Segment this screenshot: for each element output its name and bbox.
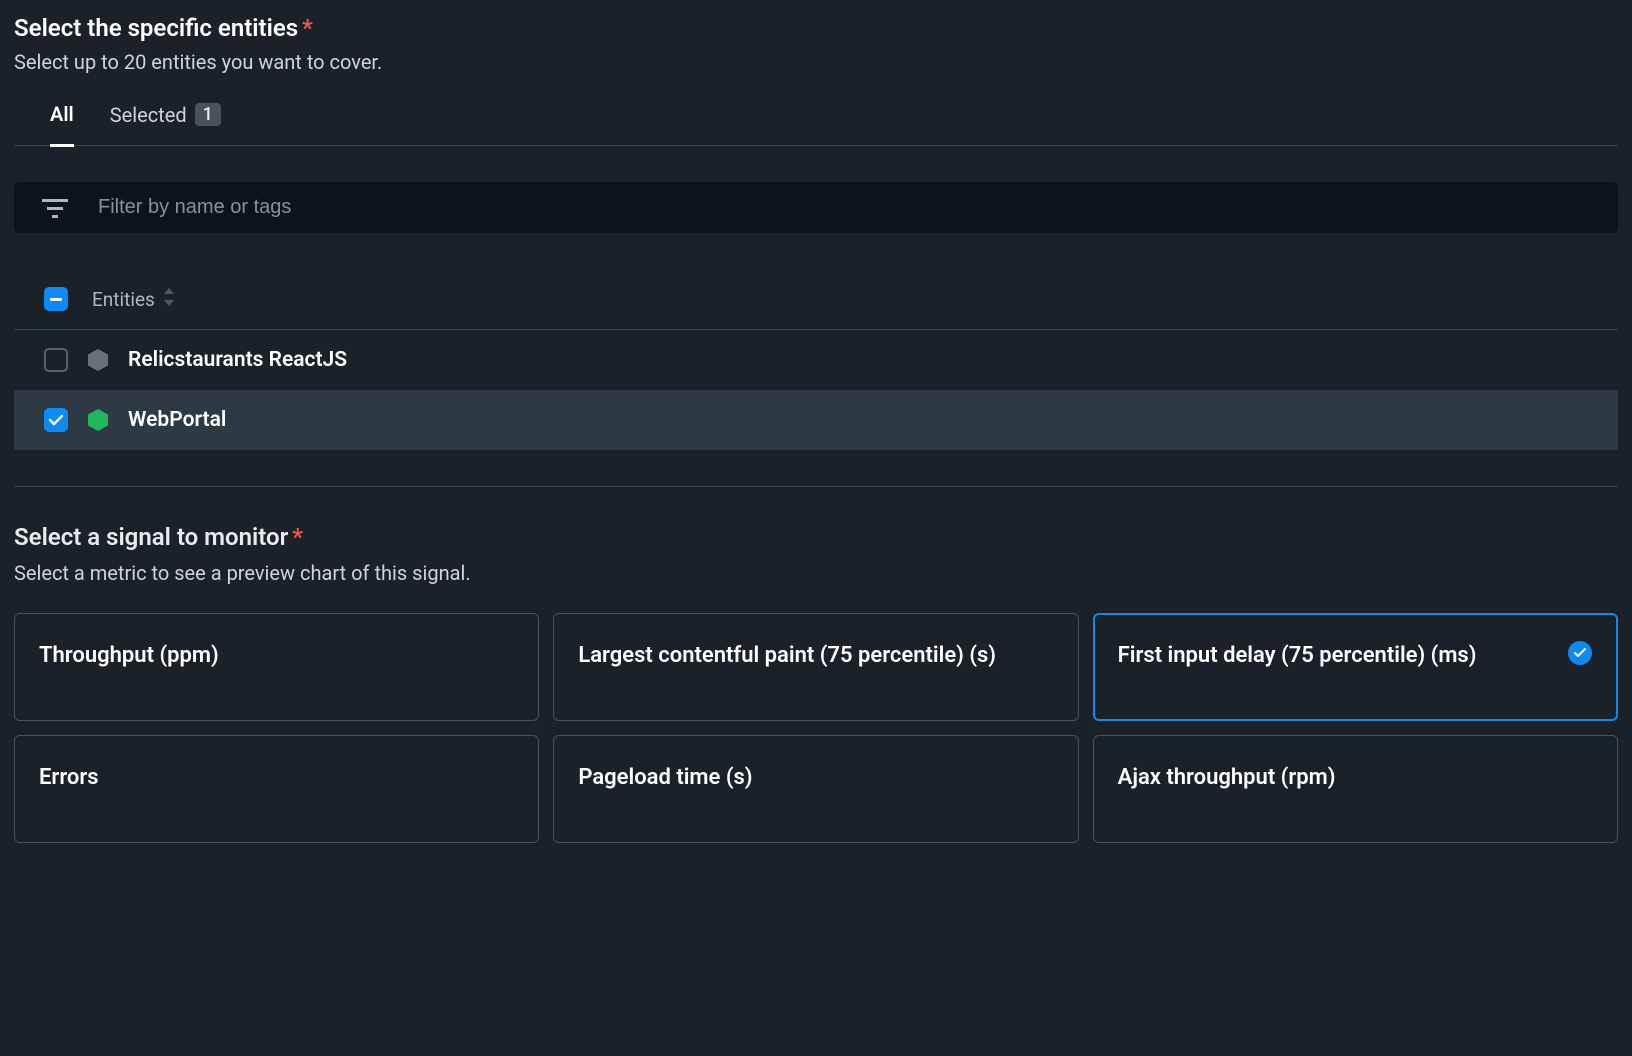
tab-all[interactable]: All <box>50 102 74 147</box>
filter-icon[interactable] <box>42 198 68 218</box>
filter-input[interactable] <box>98 196 1590 219</box>
signal-label: Pageload time (s) <box>578 762 792 794</box>
entities-title-text: Select the specific entities <box>14 14 298 42</box>
entity-checkbox[interactable] <box>44 348 68 372</box>
hexagon-icon <box>88 350 108 370</box>
hexagon-icon <box>88 410 108 430</box>
column-header-label: Entities <box>92 288 155 311</box>
table-header: Entities <box>14 269 1618 330</box>
signal-label: Throughput (ppm) <box>39 640 259 672</box>
signal-description: Select a metric to see a preview chart o… <box>14 561 1618 585</box>
signal-card-fid[interactable]: First input delay (75 percentile) (ms) <box>1093 613 1618 721</box>
tab-all-label: All <box>50 102 74 126</box>
signal-label: Errors <box>39 762 139 794</box>
select-all-checkbox[interactable] <box>44 287 68 311</box>
signal-title-text: Select a signal to monitor <box>14 523 288 551</box>
signal-label: First input delay (75 percentile) (ms) <box>1118 640 1517 672</box>
signal-label: Ajax throughput (rpm) <box>1118 762 1376 794</box>
filter-bar <box>14 182 1618 233</box>
signal-card-throughput[interactable]: Throughput (ppm) <box>14 613 539 721</box>
signal-grid: Throughput (ppm) Largest contentful pain… <box>14 613 1618 843</box>
signal-title: Select a signal to monitor* <box>14 523 1618 551</box>
signal-card-ajax[interactable]: Ajax throughput (rpm) <box>1093 735 1618 843</box>
check-circle-icon <box>1568 641 1592 665</box>
tab-selected-count-badge: 1 <box>195 103 221 126</box>
required-marker: * <box>292 523 303 551</box>
entity-row[interactable]: WebPortal <box>14 390 1618 450</box>
signal-label: Largest contentful paint (75 percentile)… <box>578 640 1036 672</box>
entity-checkbox[interactable] <box>44 408 68 432</box>
section-divider <box>14 486 1618 487</box>
signal-section: Select a signal to monitor* Select a met… <box>14 523 1618 843</box>
column-header-entities[interactable]: Entities <box>92 288 175 311</box>
tab-selected[interactable]: Selected 1 <box>110 102 221 145</box>
entity-name: WebPortal <box>128 408 226 432</box>
sort-icon <box>163 288 175 311</box>
tab-selected-label: Selected <box>110 103 187 127</box>
signal-card-lcp[interactable]: Largest contentful paint (75 percentile)… <box>553 613 1078 721</box>
required-marker: * <box>302 14 313 42</box>
signal-card-errors[interactable]: Errors <box>14 735 539 843</box>
entity-name: Relicstaurants ReactJS <box>128 348 347 372</box>
entities-title: Select the specific entities* <box>14 14 1618 42</box>
tabs-bar: All Selected 1 <box>14 102 1618 146</box>
entities-description: Select up to 20 entities you want to cov… <box>14 50 1618 74</box>
signal-card-pageload[interactable]: Pageload time (s) <box>553 735 1078 843</box>
entity-row[interactable]: Relicstaurants ReactJS <box>14 330 1618 390</box>
entities-section: Select the specific entities* Select up … <box>14 14 1618 450</box>
